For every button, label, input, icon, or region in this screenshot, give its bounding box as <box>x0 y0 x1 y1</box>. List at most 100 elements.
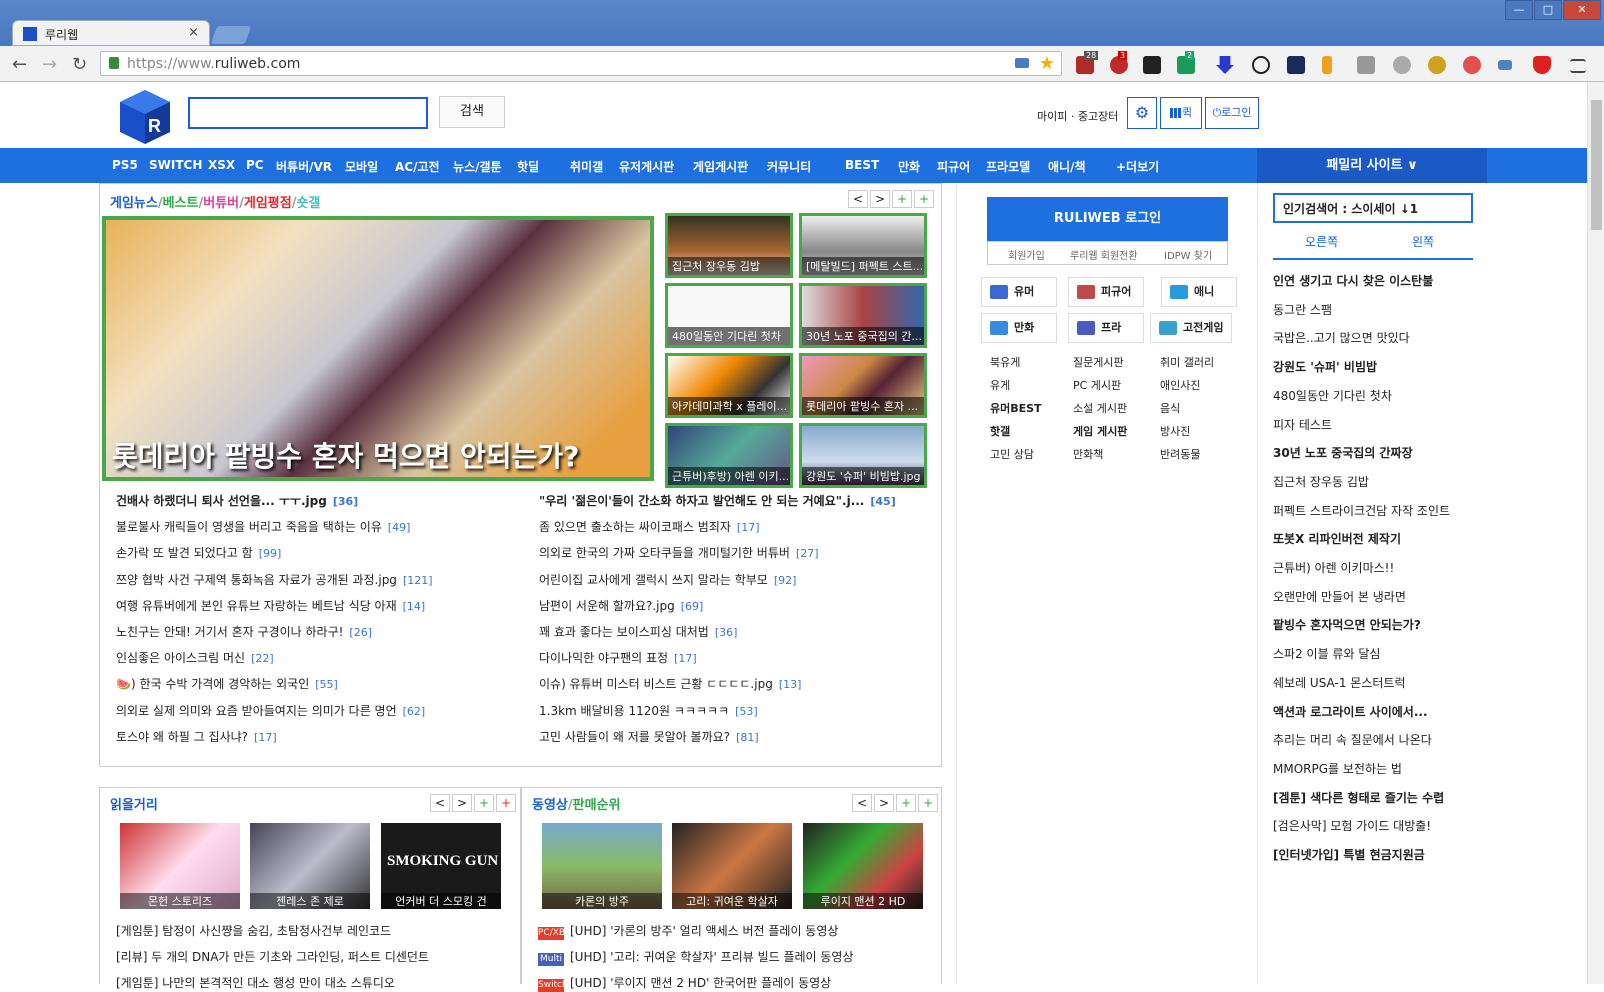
tab-best[interactable]: 베스트 <box>163 196 199 211</box>
reading-link[interactable]: [리뷰] 두 개의 DNA가 만든 기초와 그라인딩, 퍼스트 디센던트 <box>116 948 429 965</box>
thumb-card[interactable]: 30년 노포 중국집의 간... <box>799 283 927 348</box>
ruliweb-login-button[interactable]: RULIWEB 로그인 <box>987 197 1228 241</box>
extension-tag-icon[interactable] <box>1498 60 1512 70</box>
news-item[interactable]: 토스야 왜 하필 그 집사냐? [17] <box>116 728 277 745</box>
back-button[interactable]: ← <box>12 54 27 75</box>
news-item[interactable]: 고민 사람들이 왜 저를 못알아 볼까요? [81] <box>539 728 759 745</box>
next-button[interactable]: > <box>870 190 890 208</box>
menu-item-xsx[interactable]: XSX <box>208 158 235 172</box>
news-item[interactable]: 이슈) 유튜버 미스터 비스트 근황 ㄷㄷㄷㄷ.jpg [13] <box>539 675 801 692</box>
hot-post-link[interactable]: 근튜버) 아렌 이키마스!! <box>1273 559 1394 576</box>
video-pic[interactable]: 루이지 맨션 2 HD <box>803 823 923 909</box>
maximize-button[interactable]: □ <box>1534 0 1562 20</box>
search-input[interactable] <box>188 97 428 129</box>
extension-feed-icon[interactable] <box>1322 56 1332 74</box>
hot-post-link[interactable]: 피자 테스트 <box>1273 416 1332 433</box>
menu-item-news[interactable]: 뉴스/갤툰 <box>453 158 502 175</box>
reading-pic[interactable]: SMOKING GUN 언커버 더 스모킹 건 <box>381 823 501 909</box>
menu-item-plamodel[interactable]: 프라모델 <box>986 158 1030 175</box>
add-button[interactable]: + <box>892 190 912 208</box>
board-link[interactable]: 유게 <box>990 377 1010 393</box>
family-site-dropdown[interactable]: 패밀리 사이트 ∨ <box>1257 148 1487 183</box>
extension-shield-icon[interactable] <box>1533 56 1551 74</box>
news-item[interactable]: 여행 유튜버에게 본인 유튜브 자랑하는 베트남 식당 아재 [14] <box>116 597 425 614</box>
reading-pic[interactable]: 젠레스 존 제로 <box>250 823 370 909</box>
extension-puzzle-icon[interactable] <box>1393 56 1411 74</box>
news-item[interactable]: 좀 있으면 출소하는 싸이코패스 범죄자 [17] <box>539 518 760 535</box>
news-item[interactable]: 어린이집 교사에게 갤럭시 쓰지 말라는 학부모 [92] <box>539 571 796 588</box>
board-link[interactable]: 음식 <box>1160 400 1180 416</box>
hot-post-link[interactable]: 480일동안 기다린 첫차 <box>1273 387 1392 404</box>
bookmark-star-icon[interactable]: ★ <box>1039 53 1055 74</box>
prev-button[interactable]: < <box>848 190 868 208</box>
board-link[interactable]: 북유게 <box>990 354 1020 370</box>
thumb-card[interactable]: 480일동안 기다린 첫차 <box>665 283 793 348</box>
video-pic[interactable]: 카론의 방주 <box>542 823 662 909</box>
extension-evernote-icon[interactable]: 2 <box>1177 51 1195 74</box>
board-link[interactable]: 만화책 <box>1073 446 1103 462</box>
thumb-card[interactable]: 근튜버)후방) 아렌 이키... <box>665 423 793 488</box>
more-button[interactable]: + <box>914 190 934 208</box>
hot-post-link[interactable]: 오랜만에 만들어 본 냉라면 <box>1273 588 1406 605</box>
menu-item-more[interactable]: +더보기 <box>1116 158 1159 175</box>
extension-ghost-icon[interactable]: 3 <box>1110 51 1128 74</box>
quick-humor-button[interactable]: 유머 <box>981 277 1057 307</box>
more-button[interactable]: + <box>496 794 516 812</box>
tab-sales-rank[interactable]: 판매순위 <box>573 798 621 813</box>
reading-link[interactable]: [게임툰] 나만의 본격적인 대소 행성 만이 대소 스튜디오 <box>116 974 395 991</box>
mypi-market-link[interactable]: 마이피 · 중고장터 <box>1037 108 1118 124</box>
reading-pic[interactable]: 몬헌 스토리즈 <box>120 823 240 909</box>
menu-item-user-board[interactable]: 유저게시판 <box>619 158 674 175</box>
extension-globe-icon[interactable] <box>1428 56 1446 74</box>
tab-shorts[interactable]: 숏갤 <box>296 196 320 211</box>
hot-post-link[interactable]: 집근처 장우동 김밥 <box>1273 473 1369 490</box>
tab-game-rating[interactable]: 게임평점 <box>244 196 292 211</box>
board-link[interactable]: 애인사진 <box>1160 377 1200 393</box>
extension-trash-icon[interactable] <box>1357 56 1375 74</box>
tab-right[interactable]: 오른쪽 <box>1305 233 1338 250</box>
page-scrollbar[interactable] <box>1587 82 1604 984</box>
close-window-button[interactable]: ✕ <box>1563 0 1601 20</box>
next-button[interactable]: > <box>452 794 472 812</box>
quick-retro-button[interactable]: 고전게임 <box>1150 313 1232 343</box>
minimize-button[interactable]: — <box>1505 0 1533 20</box>
news-item[interactable]: 꽤 효과 좋다는 보이스피싱 대처법 [36] <box>539 623 737 640</box>
news-item[interactable]: 다이나믹한 야구팬의 표정 [17] <box>539 649 697 666</box>
news-item[interactable]: 건배사 하랬더니 퇴사 선언을... ㅜㅜ.jpg [36] <box>116 492 358 509</box>
news-item[interactable]: 인심좋은 아이스크림 머신 [22] <box>116 649 274 666</box>
news-item[interactable]: 노친구는 안돼! 거기서 혼자 구경이나 하라구! [26] <box>116 623 372 640</box>
menu-item-pc[interactable]: PC <box>246 158 264 172</box>
menu-item-hotdeal[interactable]: 핫딜 <box>517 158 539 175</box>
next-button[interactable]: > <box>874 794 894 812</box>
menu-item-figure[interactable]: 피규어 <box>937 158 970 175</box>
extension-adblock-icon[interactable]: 28 <box>1076 51 1099 74</box>
find-idpw-link[interactable]: IDPW 찾기 <box>1164 247 1212 262</box>
hero-featured-image[interactable]: 롯데리아 팥빙수 혼자 먹으면 안되는가? <box>102 216 654 481</box>
hot-post-link[interactable]: 퍼펙트 스트라이크건담 자작 조인트 <box>1273 502 1450 519</box>
extension-record-icon[interactable] <box>1463 56 1481 74</box>
board-link[interactable]: 유머BEST <box>990 400 1042 416</box>
reload-button[interactable]: ↻ <box>72 54 87 75</box>
address-bar[interactable]: https://www.ruliweb.com ★ <box>100 51 1062 76</box>
hot-post-link[interactable]: 30년 노포 중국집의 간짜장 <box>1273 444 1413 461</box>
hot-post-link[interactable]: 쉐보레 USA-1 몬스터트럭 <box>1273 674 1405 691</box>
video-link[interactable]: PC/XB [UHD] '카론의 방주' 얼리 액세스 버전 플레이 동영상 <box>538 922 838 940</box>
thumb-card[interactable]: 강원도 '슈퍼' 비빔밥.jpg <box>799 423 927 488</box>
reading-link[interactable]: [게임툰] 탐정이 사신쨩을 숨김, 초탐정사건부 레인코드 <box>116 922 391 939</box>
menu-item-game-board[interactable]: 게임게시판 <box>693 158 748 175</box>
more-button[interactable]: + <box>918 794 938 812</box>
menu-item-anime[interactable]: 애니/책 <box>1048 158 1086 175</box>
board-link[interactable]: 반려동물 <box>1160 446 1200 462</box>
menu-item-mobile[interactable]: 모바일 <box>345 158 378 175</box>
login-top-button[interactable]: ⏻로그인 <box>1205 97 1259 129</box>
menu-item-ps5[interactable]: PS5 <box>112 158 138 172</box>
prev-button[interactable]: < <box>852 794 872 812</box>
tab-vtuber[interactable]: 버튜버 <box>203 196 239 211</box>
board-link[interactable]: 질문게시판 <box>1073 354 1124 370</box>
tab-game-news[interactable]: 게임뉴스 <box>110 196 158 211</box>
extension-glasses-icon[interactable] <box>1143 56 1161 74</box>
quick-button[interactable]: 퀵 <box>1160 97 1202 129</box>
settings-button[interactable]: ⚙ <box>1127 97 1157 129</box>
news-item[interactable]: 1.3km 배달비용 1120원 ㅋㅋㅋㅋㅋ [53] <box>539 702 758 719</box>
hot-post-link[interactable]: 추리는 머리 속 질문에서 나온다 <box>1273 731 1432 748</box>
